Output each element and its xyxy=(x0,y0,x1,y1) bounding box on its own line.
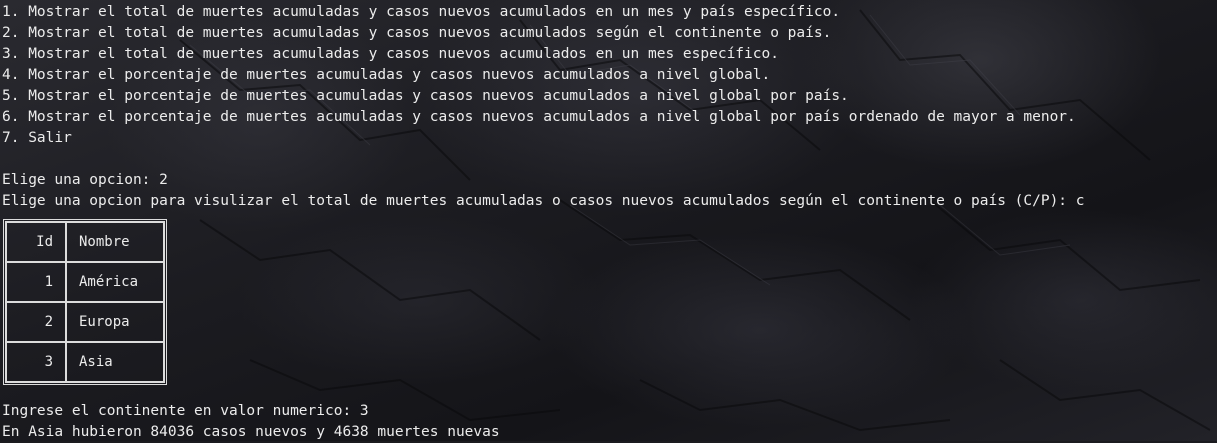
column-header-name: Nombre xyxy=(66,222,164,262)
view-choice-prompt: Elige una opcion para visulizar el total… xyxy=(2,193,1085,209)
menu-option-3: 3. Mostrar el total de muertes acumulada… xyxy=(2,46,779,62)
menu-option-2: 2. Mostrar el total de muertes acumulada… xyxy=(2,25,832,41)
menu-option-7: 7. Salir xyxy=(2,130,72,146)
row-name: Europa xyxy=(66,302,164,342)
table-row: 2 Europa xyxy=(6,302,164,342)
column-header-id: Id xyxy=(6,222,66,262)
table-row: 1 América xyxy=(6,262,164,302)
menu-option-4: 4. Mostrar el porcentaje de muertes acum… xyxy=(2,67,771,83)
continent-table: Id Nombre 1 América 2 Europa 3 Asia xyxy=(3,219,167,385)
menu-option-5: 5. Mostrar el porcentaje de muertes acum… xyxy=(2,88,849,104)
menu-option-6: 6. Mostrar el porcentaje de muertes acum… xyxy=(2,109,1076,125)
result-line: En Asia hubieron 84036 casos nuevos y 46… xyxy=(2,424,500,440)
table-row: 3 Asia xyxy=(6,342,164,382)
row-id: 2 xyxy=(6,302,66,342)
row-id: 1 xyxy=(6,262,66,302)
row-name: Asia xyxy=(66,342,164,382)
continent-input-prompt: Ingrese el continente en valor numerico:… xyxy=(2,403,369,419)
option-prompt: Elige una opcion: 2 xyxy=(2,172,168,188)
table-header-row: Id Nombre xyxy=(6,222,164,262)
row-name: América xyxy=(66,262,164,302)
row-id: 3 xyxy=(6,342,66,382)
menu-option-1: 1. Mostrar el total de muertes acumulada… xyxy=(2,4,841,20)
